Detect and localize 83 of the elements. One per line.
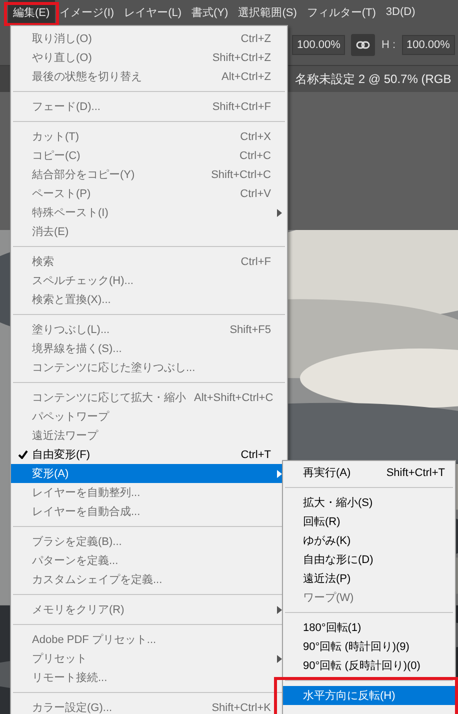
menu-item-label: ゆがみ(K) bbox=[303, 534, 352, 548]
menu-item[interactable]: 遠近法(P) bbox=[283, 569, 455, 588]
menu-bar-item[interactable]: フィルター(T) bbox=[302, 0, 381, 24]
menu-item-label: ブラシを定義(B)... bbox=[32, 534, 123, 549]
menu-item-label: パペットワープ bbox=[32, 410, 110, 424]
height-label: H : bbox=[381, 38, 396, 50]
checkmark-icon bbox=[18, 450, 28, 459]
menu-item-label: コンテンツに応じた塗りつぶし... bbox=[32, 360, 196, 375]
menu-item[interactable]: 自由な形に(D) bbox=[283, 550, 455, 569]
menu-item-label: 90°回転 (時計回り)(9) bbox=[303, 640, 410, 654]
menu-item-label: カラー設定(G)... bbox=[32, 700, 114, 714]
menu-item-label: スペルチェック(H)... bbox=[32, 274, 134, 288]
shortcut-text: Ctrl+F bbox=[240, 256, 271, 268]
menu-bar-item[interactable]: レイヤー(L) bbox=[119, 0, 187, 24]
width-field[interactable]: 100.00% bbox=[292, 34, 346, 54]
link-icon bbox=[356, 40, 370, 48]
menu-item-label: Adobe PDF プリセット... bbox=[32, 632, 158, 647]
menu-item[interactable]: 90°回転 (反時計回り)(0) bbox=[283, 656, 455, 675]
menu-item[interactable]: 90°回転 (時計回り)(9) bbox=[283, 637, 455, 656]
submenu-arrow-icon bbox=[276, 606, 282, 614]
menu-bar-item[interactable]: 書式(Y) bbox=[186, 0, 234, 24]
menu-bar-item[interactable]: 選択範囲(S) bbox=[233, 0, 302, 24]
menu-item[interactable]: 水平方向に反転(H) bbox=[283, 686, 455, 705]
menu-item-label: カスタムシェイプを定義... bbox=[32, 572, 164, 587]
shortcut-text: Alt+Ctrl+Z bbox=[221, 70, 271, 82]
shortcut-text: Ctrl+Z bbox=[240, 32, 271, 44]
menu-item-label: レイヤーを自動整列... bbox=[32, 486, 142, 500]
submenu-arrow-icon bbox=[276, 654, 282, 662]
menu-item-label: 変形(A) bbox=[32, 466, 70, 481]
menu-item-label: レイヤーを自動合成... bbox=[32, 505, 142, 519]
menu-item-label: 消去(E) bbox=[32, 225, 70, 239]
menu-item[interactable]: ゆがみ(K) bbox=[283, 531, 455, 550]
shortcut-text: Shift+F5 bbox=[230, 324, 271, 336]
menu-bar-item[interactable]: 3D(D) bbox=[380, 0, 420, 24]
menu-item-label: 水平方向に反転(H) bbox=[303, 688, 396, 703]
shortcut-text: Shift+Ctrl+T bbox=[386, 466, 445, 478]
menu-item-label: リモート接続... bbox=[32, 670, 108, 685]
menu-item-label: 自由な形に(D) bbox=[303, 553, 374, 567]
submenu-arrow-icon bbox=[276, 470, 282, 478]
menu-item-label: ペースト(P) bbox=[32, 187, 92, 201]
menu-item-label: やり直し(O) bbox=[32, 51, 93, 65]
shortcut-text: Ctrl+T bbox=[240, 448, 271, 460]
menu-item-label: 90°回転 (反時計回り)(0) bbox=[303, 658, 422, 673]
menu-item-label: 塗りつぶし(L)... bbox=[32, 323, 111, 337]
menu-item-label: 境界線を描く(S)... bbox=[32, 342, 123, 356]
menu-item-label: フェード(D)... bbox=[32, 100, 102, 114]
shortcut-text: Ctrl+C bbox=[240, 150, 271, 162]
menu-item-label: カット(T) bbox=[32, 130, 80, 144]
menu-item-label: 再実行(A) bbox=[303, 466, 352, 480]
menu-item-label: 取り消し(O) bbox=[32, 32, 93, 46]
menu-item-label: 最後の状態を切り替え bbox=[32, 70, 143, 84]
menu-item-label: コンテンツに応じて拡大・縮小 bbox=[32, 390, 186, 405]
menu-item-label: 180°回転(1) bbox=[303, 621, 362, 635]
menu-item-label: 回転(R) bbox=[303, 515, 342, 529]
menu-bar-item[interactable]: イメージ(I) bbox=[54, 0, 120, 24]
menu-item-label: 遠近法(P) bbox=[303, 572, 352, 586]
link-button[interactable] bbox=[351, 34, 376, 56]
menu-item-label: プリセット bbox=[32, 652, 88, 666]
shortcut-text: Shift+Ctrl+F bbox=[212, 100, 271, 112]
menu-item-label: メモリをクリア(R) bbox=[32, 603, 126, 617]
shortcut-text: Shift+Ctrl+Z bbox=[212, 52, 271, 64]
shortcut-text: Alt+Shift+Ctrl+C bbox=[194, 392, 274, 404]
menu-item[interactable]: 自由変形(F) Ctrl+T bbox=[11, 445, 287, 464]
menu-item-label: 検索と置換(X)... bbox=[32, 292, 112, 307]
menu-item-label: 結合部分をコピー(Y) bbox=[32, 168, 136, 182]
height-field[interactable]: 100.00% bbox=[402, 34, 455, 54]
shortcut-text: Shift+Ctrl+K bbox=[212, 702, 271, 714]
document-tab[interactable]: 名称未設定 2 @ 50.7% (RGB bbox=[287, 66, 458, 92]
menu-item-label: 遠近法ワープ bbox=[32, 428, 100, 443]
menu-item[interactable]: 拡大・縮小(S) bbox=[283, 493, 455, 512]
menu-item[interactable]: 180°回転(1) bbox=[283, 618, 455, 637]
submenu-arrow-icon bbox=[276, 208, 282, 216]
menu-item-label: 特殊ペースト(I) bbox=[32, 206, 110, 220]
menu-item-label: 拡大・縮小(S) bbox=[303, 496, 374, 510]
shortcut-text: Shift+Ctrl+C bbox=[211, 168, 271, 180]
menu-item-label: 自由変形(F) bbox=[32, 448, 92, 462]
menu-item-label: パターンを定義... bbox=[32, 554, 120, 568]
shortcut-text: Ctrl+V bbox=[240, 188, 271, 200]
shortcut-text: Ctrl+X bbox=[240, 130, 271, 142]
menu-item-label: 検索 bbox=[32, 254, 55, 269]
menu-item-label: コピー(C) bbox=[32, 149, 82, 163]
menu-item-label: ワープ(W) bbox=[303, 590, 355, 605]
menu-item[interactable]: 回転(R) bbox=[283, 512, 455, 531]
